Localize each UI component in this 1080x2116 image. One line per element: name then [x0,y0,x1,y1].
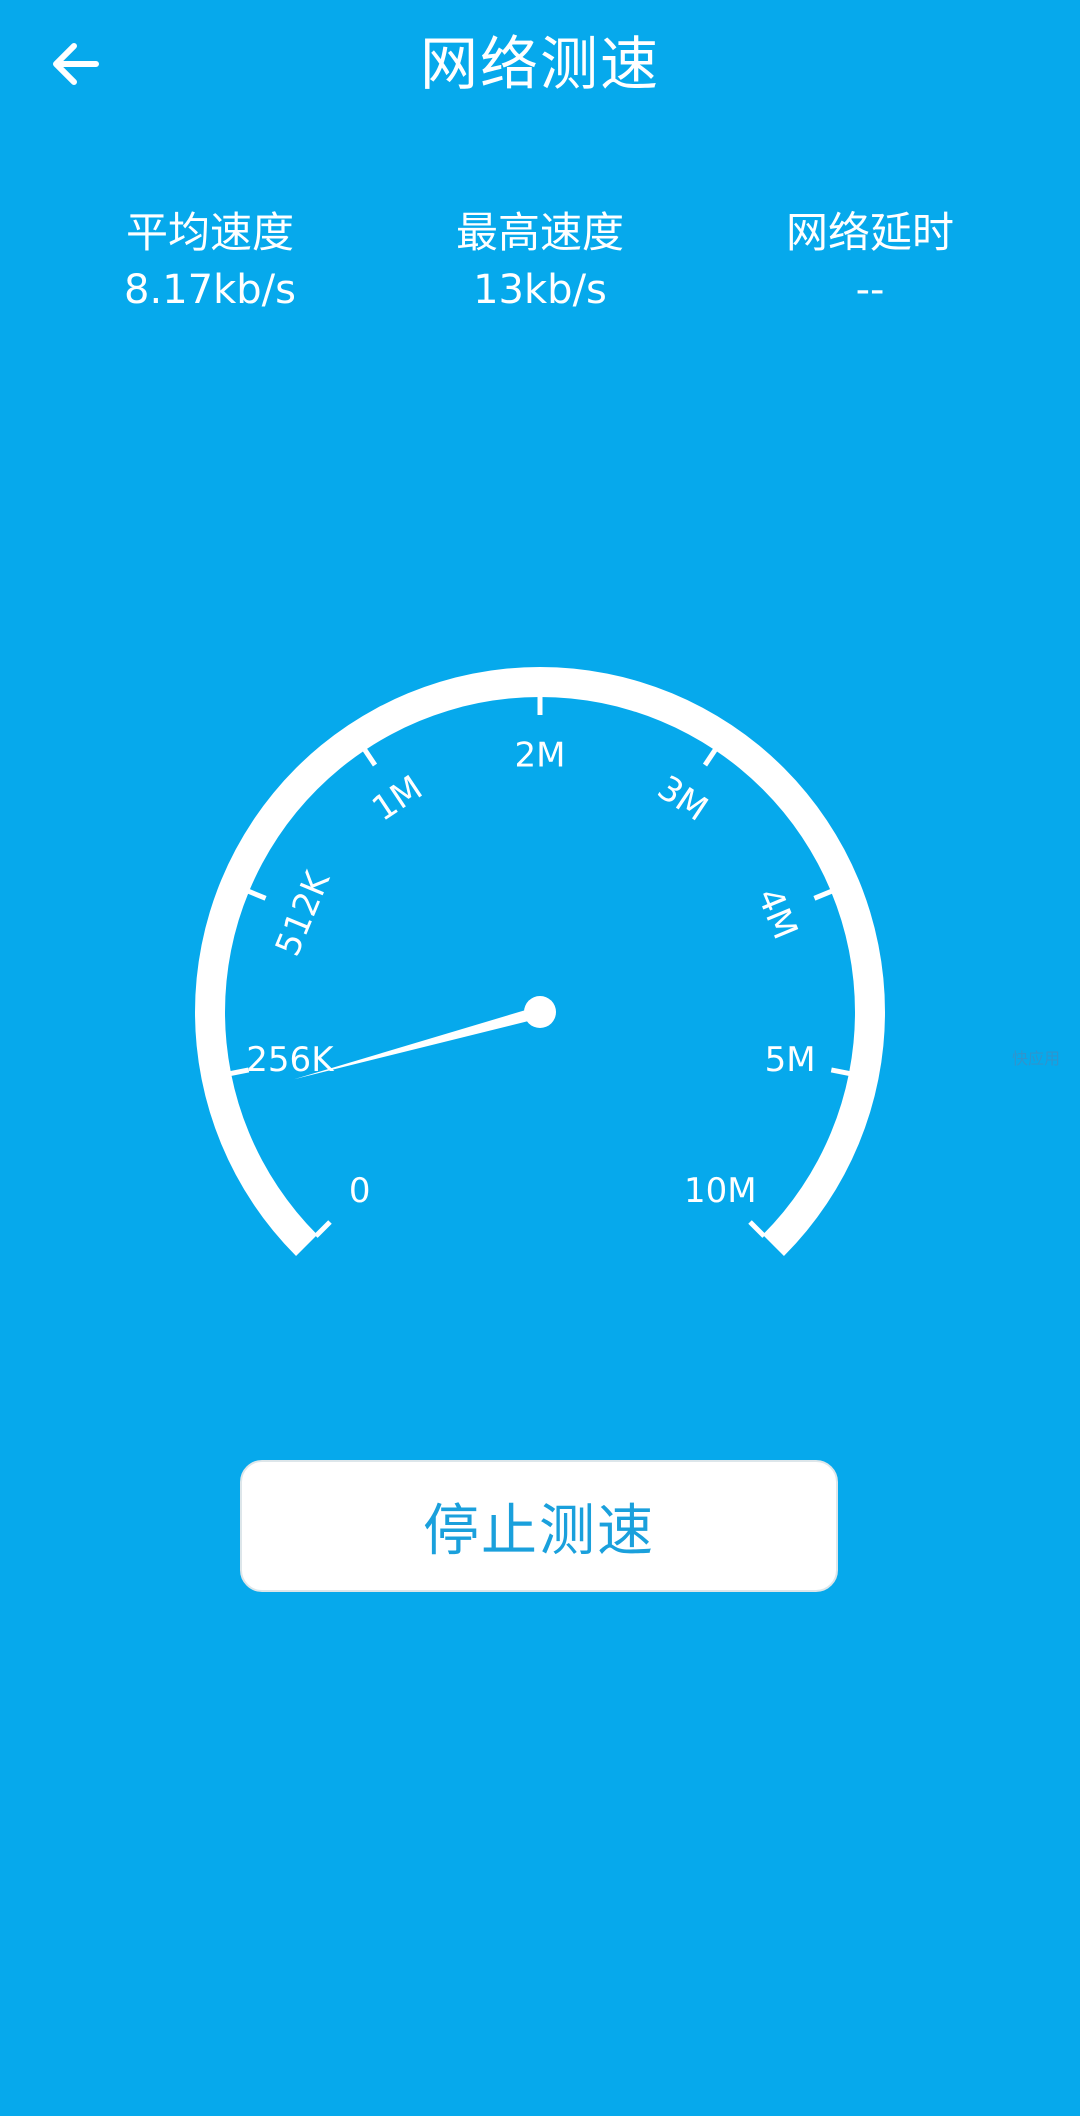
tick-label-5m: 5M [765,1040,816,1080]
tick-label-10m: 10M [684,1171,757,1211]
speed-gauge: 0 256K 512K 1M 2M 3M 4M 5M 10M [195,666,885,1256]
tick-label-0: 0 [349,1171,371,1211]
gauge-tick-mark [813,888,834,901]
tick-label-256k: 256K [246,1040,335,1080]
gauge-needle-hub [524,996,556,1028]
tick-label-4m: 4M [749,883,805,945]
gauge-tick-mark [830,1067,852,1077]
gauge-tick-mark [246,888,267,901]
gauge-tick-mark [748,1220,766,1238]
gauge-tick-labels: 0 256K 512K 1M 2M 3M 4M 5M 10M [246,736,815,1211]
gauge-tick-mark [314,1220,332,1238]
tick-label-1m: 1M [365,768,430,830]
gauge-tick-mark [361,747,378,767]
tick-label-3m: 3M [650,768,715,830]
stop-test-button[interactable]: 停止测速 [240,1460,838,1592]
watermark-text: 快应用 [1012,1049,1061,1068]
gauge-tick-mark [702,747,719,767]
tick-label-512k: 512K [268,864,339,961]
tick-label-2m: 2M [515,736,566,776]
